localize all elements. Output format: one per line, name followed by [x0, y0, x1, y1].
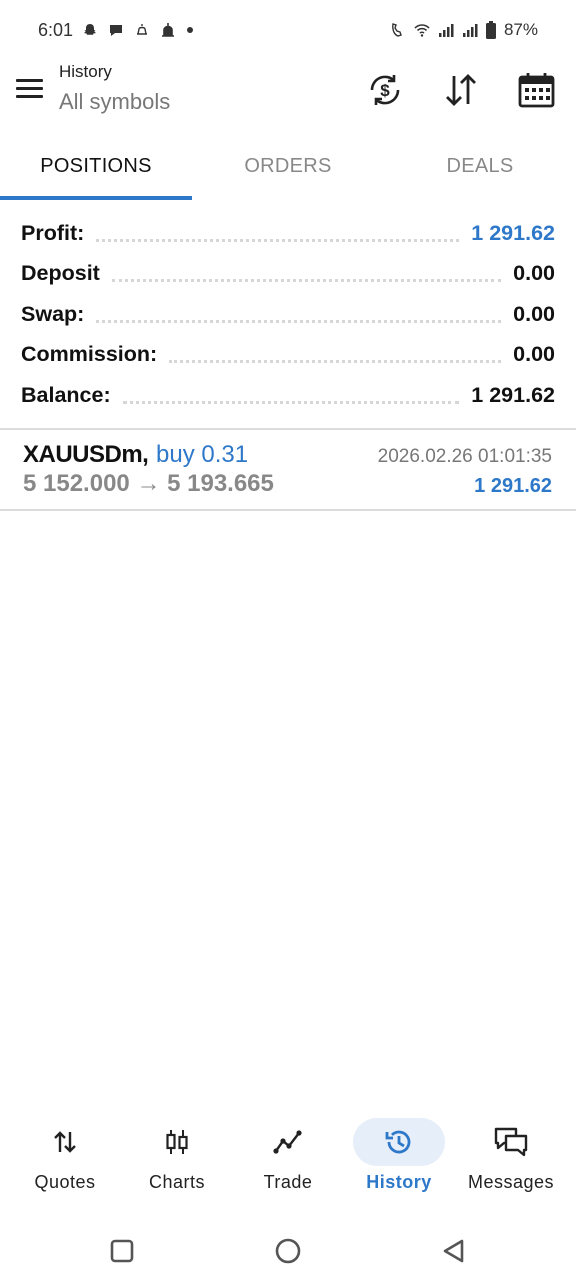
- commission-value: 0.00: [513, 342, 555, 367]
- profit-value: 1 291.62: [471, 220, 555, 245]
- svg-text:$: $: [380, 81, 390, 100]
- notification-icons: [82, 22, 194, 38]
- nav-icon-container: [131, 1118, 223, 1166]
- signal-icon-2: [462, 24, 478, 37]
- swap-label: Swap:: [21, 301, 85, 326]
- tab-positions[interactable]: POSITIONS: [0, 138, 192, 198]
- battery-percent: 87%: [503, 20, 538, 39]
- dotted-leader: [96, 238, 460, 242]
- nav-quotes[interactable]: Quotes: [9, 1112, 121, 1200]
- home-circle-icon: [275, 1238, 301, 1264]
- tab-orders[interactable]: ORDERS: [192, 138, 384, 198]
- wifi-call-icon: [392, 23, 402, 37]
- dotted-leader: [96, 319, 502, 323]
- recents-square-icon: [110, 1239, 134, 1263]
- nav-label-charts: Charts: [148, 1172, 205, 1192]
- mosque-icon: [162, 23, 174, 37]
- chat-notification-icon: [110, 25, 122, 36]
- balance-label: Balance:: [21, 382, 111, 407]
- nav-charts[interactable]: Charts: [121, 1112, 233, 1200]
- nav-history[interactable]: History: [343, 1112, 455, 1200]
- currency-exchange-button[interactable]: $: [363, 68, 407, 112]
- nav-icon-container: [242, 1118, 334, 1166]
- recents-button[interactable]: [107, 1236, 137, 1266]
- nav-label-quotes: Quotes: [34, 1172, 96, 1192]
- summary-row-deposit: Deposit 0.00: [0, 254, 576, 295]
- divider: [0, 428, 576, 430]
- status-time: 6:01: [38, 20, 74, 40]
- trade-line-icon: [273, 1130, 302, 1154]
- dot-icon: [187, 27, 193, 33]
- nav-trade[interactable]: Trade: [232, 1112, 344, 1200]
- sort-button[interactable]: [439, 68, 483, 112]
- calendar-icon: [518, 73, 555, 108]
- calendar-button[interactable]: [515, 68, 559, 112]
- nav-label-history: History: [366, 1172, 432, 1192]
- summary-row-commission: Commission: 0.00: [0, 335, 576, 376]
- snapchat-icon: [84, 24, 96, 35]
- divider: [0, 509, 576, 511]
- profit-label: Profit:: [21, 220, 85, 245]
- battery-icon: [485, 21, 496, 39]
- commission-label: Commission:: [21, 342, 158, 367]
- menu-button[interactable]: [16, 78, 44, 102]
- wifi-icon: [414, 24, 430, 37]
- active-tab-indicator: [0, 196, 192, 200]
- nav-icon-container-active: [353, 1118, 445, 1166]
- balance-value: 1 291.62: [471, 382, 555, 407]
- back-button[interactable]: [439, 1236, 469, 1266]
- deposit-label: Deposit: [21, 261, 100, 286]
- tab-deals[interactable]: DEALS: [384, 138, 576, 198]
- system-navigation-bar: [0, 1222, 576, 1280]
- symbol-filter[interactable]: All symbols: [59, 89, 170, 115]
- position-type-volume: buy 0.31: [156, 441, 249, 468]
- home-button[interactable]: [273, 1236, 303, 1266]
- quotes-arrows-icon: [54, 1131, 76, 1153]
- nav-messages[interactable]: Messages: [455, 1112, 567, 1200]
- nav-label-trade: Trade: [263, 1172, 313, 1192]
- nav-icon-container: [465, 1118, 557, 1166]
- summary-row-swap: Swap: 0.00: [0, 294, 576, 335]
- signal-icon: [438, 24, 454, 37]
- back-triangle-icon: [443, 1239, 464, 1263]
- chat-bubbles-icon: [494, 1127, 528, 1157]
- position-prices: 5 152.000 → 5 193.665: [23, 470, 274, 497]
- position-symbol: XAUUSDm,: [23, 441, 149, 468]
- summary-row-profit: Profit: 1 291.62: [0, 213, 576, 254]
- position-time: 2026.02.26 01:01:35: [377, 446, 552, 467]
- nav-icon-container: [19, 1118, 111, 1166]
- bell-outline-icon: [137, 24, 147, 35]
- position-profit: 1 291.62: [474, 475, 552, 497]
- app-bar: History All symbols $: [0, 56, 576, 128]
- bottom-navigation: Quotes Charts Trade History Messages: [0, 1112, 576, 1204]
- currency-exchange-icon: $: [370, 75, 400, 105]
- swap-value: 0.00: [513, 301, 555, 326]
- dotted-leader: [122, 400, 460, 404]
- system-status-icons: 87%: [390, 20, 538, 40]
- history-tabs: POSITIONS ORDERS DEALS: [0, 138, 576, 200]
- history-clock-icon: [385, 1130, 411, 1154]
- status-bar: 6:01 87%: [0, 0, 576, 62]
- screen-title: History: [59, 62, 112, 81]
- position-row[interactable]: XAUUSDm, buy 0.31 2026.02.26 01:01:35 5 …: [0, 432, 576, 510]
- nav-label-messages: Messages: [467, 1172, 555, 1192]
- summary-panel: Profit: 1 291.62 Deposit 0.00 Swap: 0.00…: [0, 213, 576, 416]
- deposit-value: 0.00: [513, 261, 555, 286]
- candlestick-icon: [166, 1130, 188, 1154]
- sort-arrows-icon: [446, 74, 476, 106]
- summary-row-balance: Balance: 1 291.62: [0, 375, 576, 416]
- dotted-leader: [111, 279, 502, 283]
- dotted-leader: [169, 360, 502, 364]
